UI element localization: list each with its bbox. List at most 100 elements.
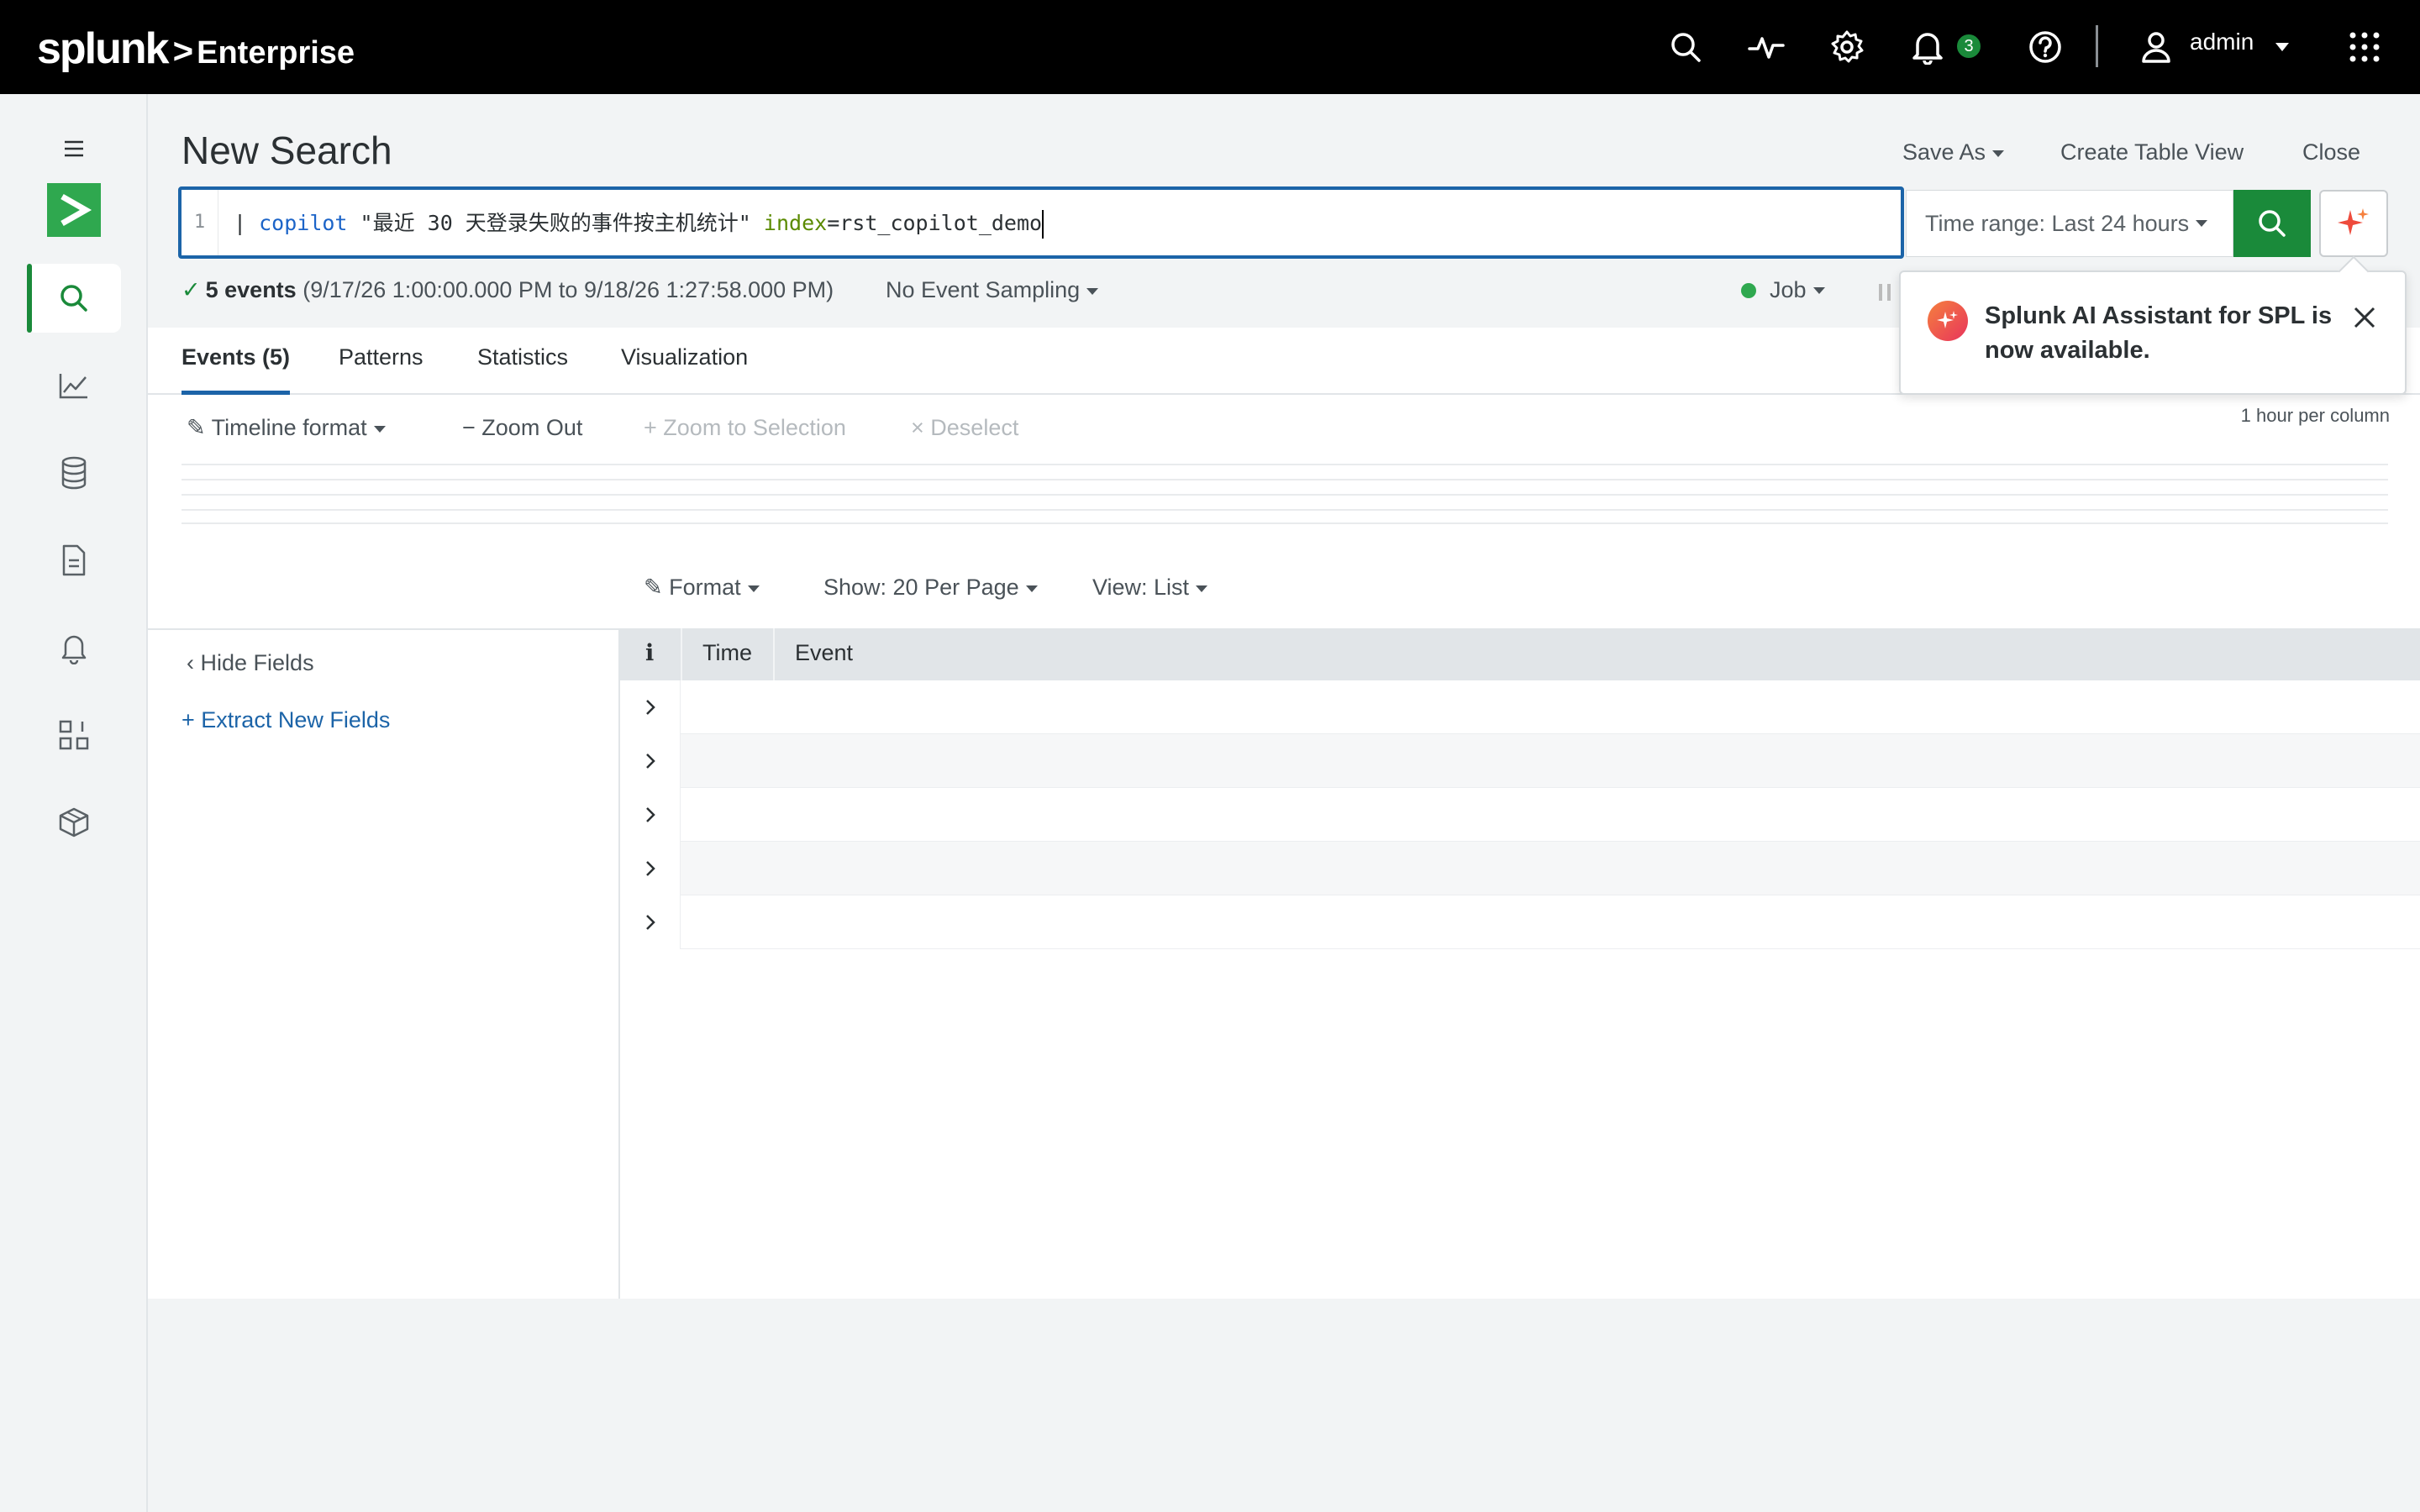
view-label: View: List: [1092, 575, 1190, 600]
query-equals: =: [827, 211, 840, 235]
close-icon[interactable]: [2348, 301, 2381, 334]
ai-assistant-popover: Splunk AI Assistant for SPL is now avail…: [1899, 270, 2407, 395]
search-input[interactable]: 1 | copilot "最近 30 天登录失败的事件按主机统计" index=…: [178, 186, 1904, 259]
close-icon: ×: [911, 415, 924, 440]
page-title: New Search: [182, 129, 392, 172]
close-button[interactable]: Close: [2302, 139, 2360, 165]
search-query[interactable]: | copilot "最近 30 天登录失败的事件按主机统计" index=rs…: [218, 207, 1044, 239]
job-menu[interactable]: Job: [1741, 277, 1825, 303]
chevron-right-icon[interactable]: [620, 680, 681, 734]
ai-assistant-button[interactable]: [2319, 190, 2388, 257]
timeline-scale-label: 1 hour per column: [2240, 405, 2390, 426]
splunk-logo[interactable]: splunk > Enterprise: [37, 24, 355, 74]
search-icon[interactable]: [1665, 27, 1706, 67]
timeline-format-menu[interactable]: ✎ Timeline format: [187, 415, 386, 441]
time-range-picker[interactable]: Time range: Last 24 hours: [1906, 190, 2233, 257]
pause-icon[interactable]: [1879, 284, 1891, 301]
deselect-button[interactable]: × Deselect: [911, 415, 1018, 441]
timeline-format-label: Timeline format: [211, 415, 367, 440]
event-sampling-menu[interactable]: No Event Sampling: [886, 277, 1099, 303]
zoom-to-selection-button[interactable]: + Zoom to Selection: [644, 415, 846, 441]
chevron-right-icon[interactable]: [620, 842, 681, 895]
search-icon: [2259, 210, 2286, 237]
view-menu[interactable]: View: List: [1092, 575, 1208, 601]
caret-down-icon: [1812, 286, 1825, 294]
sidebar-item-alerts[interactable]: [27, 613, 121, 682]
pencil-icon: ✎: [644, 575, 663, 600]
hide-fields-button[interactable]: ‹ Hide Fields: [187, 650, 314, 676]
query-value: rst_copilot_demo: [839, 211, 1043, 235]
tab-visualization[interactable]: Visualization: [621, 344, 748, 395]
timeline-gridline: [182, 509, 2388, 511]
tab-statistics[interactable]: Statistics: [477, 344, 568, 395]
zoom-selection-label: Zoom to Selection: [663, 415, 846, 440]
apps-grid-icon[interactable]: [2344, 27, 2385, 67]
sidebar-item-reports[interactable]: [27, 526, 121, 595]
chevron-down-icon[interactable]: [2265, 27, 2299, 67]
timeline-gridline: [182, 522, 2388, 524]
table-row: [620, 734, 2420, 788]
deselect-label: Deselect: [930, 415, 1019, 440]
format-menu[interactable]: ✎ Format: [644, 575, 760, 601]
activity-icon[interactable]: [1746, 27, 1786, 67]
pencil-icon: ✎: [187, 415, 206, 440]
sidebar-item-datasets-cube[interactable]: [27, 788, 121, 857]
results-options-bar: ✎ Format Show: 20 Per Page View: List: [148, 554, 2420, 628]
format-label: Format: [669, 575, 741, 600]
logo-product: Enterprise: [197, 35, 355, 71]
create-table-view-button[interactable]: Create Table View: [2060, 139, 2244, 165]
caret-down-icon: [1992, 150, 2005, 157]
gear-icon[interactable]: [1827, 27, 1867, 67]
events-table: i Time Event: [620, 628, 2420, 1299]
chevron-right-icon[interactable]: [620, 734, 681, 788]
popover-message: Splunk AI Assistant for SPL is now avail…: [1985, 302, 2333, 364]
extract-fields-label: Extract New Fields: [201, 707, 391, 732]
caret-down-icon: [373, 425, 386, 433]
column-separator: [681, 628, 682, 680]
extract-new-fields-link[interactable]: + Extract New Fields: [182, 707, 390, 733]
table-row: [620, 895, 2420, 949]
sidebar-item-datasets[interactable]: [27, 438, 121, 507]
sidebar-item-search[interactable]: [27, 264, 121, 333]
fields-sidebar: ‹ Hide Fields + Extract New Fields: [148, 628, 620, 1299]
notification-badge: 3: [1954, 32, 1983, 60]
chevron-right-icon[interactable]: [620, 895, 681, 949]
chevron-left-icon: ‹: [187, 650, 194, 675]
sidebar-item-analytics[interactable]: [27, 351, 121, 420]
help-icon[interactable]: [2025, 27, 2065, 67]
plus-icon: +: [644, 415, 657, 440]
sidebar-item-dashboards[interactable]: [27, 701, 121, 769]
per-page-menu[interactable]: Show: 20 Per Page: [823, 575, 1038, 601]
caret-down-icon: [747, 585, 760, 592]
plus-icon: +: [182, 707, 195, 732]
time-column-header[interactable]: Time: [702, 640, 752, 666]
bell-icon[interactable]: [1907, 27, 1948, 67]
tab-patterns[interactable]: Patterns: [339, 344, 424, 395]
timeline-gridline: [182, 494, 2388, 496]
search-status: ✓ 5 events (9/17/26 1:00:00.000 PM to 9/1…: [182, 277, 834, 303]
user-menu[interactable]: admin: [2190, 29, 2254, 55]
column-separator: [773, 628, 775, 680]
event-column-header: Event: [795, 640, 854, 665]
check-icon: ✓: [182, 277, 201, 302]
events-count: 5 events: [205, 277, 297, 302]
table-row: [620, 788, 2420, 842]
user-icon[interactable]: [2136, 27, 2176, 67]
job-status-icon: [1741, 282, 1756, 298]
save-as-menu[interactable]: Save As: [1902, 139, 2005, 165]
ai-sparkle-icon: [1928, 301, 1968, 341]
table-row: [620, 842, 2420, 895]
caret-down-icon: [1086, 287, 1099, 295]
menu-icon[interactable]: [27, 114, 121, 183]
run-search-button[interactable]: [2233, 190, 2311, 257]
search-app-logo[interactable]: [47, 183, 101, 237]
chevron-right-icon[interactable]: [620, 788, 681, 842]
line-number: 1: [182, 190, 218, 255]
zoom-out-button[interactable]: − Zoom Out: [462, 415, 582, 441]
info-column-header: i: [645, 640, 655, 666]
text-cursor: [1042, 210, 1044, 239]
search-time-range: (9/17/26 1:00:00.000 PM to 9/18/26 1:27:…: [302, 277, 834, 302]
per-page-label: Show: 20 Per Page: [823, 575, 1019, 600]
query-command: copilot: [259, 211, 348, 235]
tab-events[interactable]: Events (5): [182, 344, 291, 395]
